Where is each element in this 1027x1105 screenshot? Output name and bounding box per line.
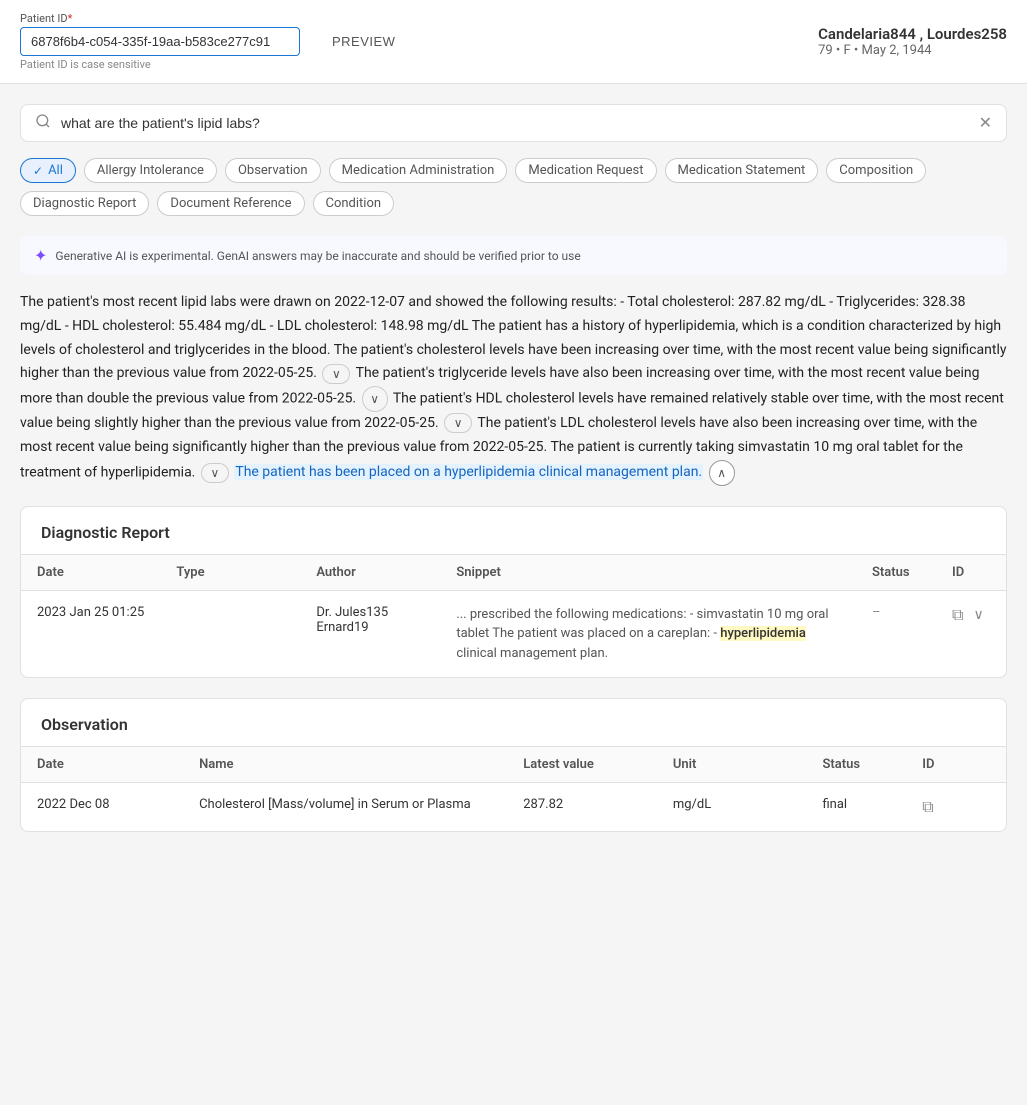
snippet-highlight: hyperlipidemia bbox=[720, 626, 806, 641]
main-content: ✕ ✓ All Allergy Intolerance Observation … bbox=[0, 84, 1027, 872]
obs-copy-icon[interactable]: ⧉ bbox=[922, 797, 933, 816]
filter-chips: ✓ All Allergy Intolerance Observation Me… bbox=[20, 158, 1007, 216]
chip-observation[interactable]: Observation bbox=[225, 158, 321, 183]
obs-header-row: Date Name Latest value Unit Status ID bbox=[21, 747, 1006, 783]
diagnostic-report-table: Date Type Author Snippet Status ID 2023 … bbox=[21, 554, 1006, 678]
chip-med-admin-label: Medication Administration bbox=[342, 163, 495, 178]
chip-composition[interactable]: Composition bbox=[826, 158, 926, 183]
chip-all[interactable]: ✓ All bbox=[20, 158, 76, 183]
answer-section: The patient's most recent lipid labs wer… bbox=[20, 291, 1007, 486]
th-snippet: Snippet bbox=[440, 554, 856, 590]
patient-id-section: Patient ID* Patient ID is case sensitive bbox=[20, 12, 300, 71]
row-type bbox=[160, 590, 300, 677]
chip-allergy-intolerance[interactable]: Allergy Intolerance bbox=[84, 158, 217, 183]
search-input[interactable] bbox=[61, 115, 969, 131]
snippet-suffix: clinical management plan. bbox=[456, 646, 608, 661]
expand-button-3[interactable]: ∨ bbox=[444, 413, 472, 433]
chip-document-reference[interactable]: Document Reference bbox=[157, 191, 304, 216]
row-author: Dr. Jules135 Ernard19 bbox=[300, 590, 440, 677]
row-id: ⧉ ∨ bbox=[936, 590, 1006, 677]
th-author: Author bbox=[300, 554, 440, 590]
required-marker: * bbox=[68, 12, 73, 25]
ai-notice-text: Generative AI is experimental. GenAI ans… bbox=[55, 249, 580, 263]
th-type: Type bbox=[160, 554, 300, 590]
ai-icon: ✦ bbox=[34, 246, 47, 265]
diagnostic-report-title: Diagnostic Report bbox=[21, 507, 1006, 554]
chip-condition-label: Condition bbox=[326, 196, 382, 211]
chevron-down-icon[interactable]: ∨ bbox=[973, 607, 983, 623]
expand-button-5[interactable]: ∧ bbox=[709, 460, 735, 486]
chip-observation-label: Observation bbox=[238, 163, 308, 178]
chip-med-request-label: Medication Request bbox=[528, 163, 643, 178]
obs-row-id: ⧉ bbox=[906, 783, 1006, 832]
chip-condition[interactable]: Condition bbox=[313, 191, 395, 216]
patient-id-hint: Patient ID is case sensitive bbox=[20, 58, 300, 71]
chip-med-statement-label: Medication Statement bbox=[678, 163, 806, 178]
th-id: ID bbox=[936, 554, 1006, 590]
patient-id-label: Patient ID* bbox=[20, 12, 300, 25]
th-date: Date bbox=[21, 554, 160, 590]
chip-composition-label: Composition bbox=[839, 163, 913, 178]
observation-table: Date Name Latest value Unit Status ID 20… bbox=[21, 746, 1006, 831]
search-clear-button[interactable]: ✕ bbox=[979, 113, 992, 133]
row-date: 2023 Jan 25 01:25 bbox=[21, 590, 160, 677]
obs-th-status: Status bbox=[806, 747, 906, 783]
patient-info: Candelaria844 , Lourdes258 79 • F • May … bbox=[818, 25, 1007, 58]
author-line2: Ernard19 bbox=[316, 620, 424, 635]
chip-diagnostic-label: Diagnostic Report bbox=[33, 196, 136, 211]
obs-th-name: Name bbox=[183, 747, 507, 783]
expand-button-2[interactable]: ∨ bbox=[362, 386, 388, 412]
obs-row-date: 2022 Dec 08 bbox=[21, 783, 183, 832]
obs-row-name: Cholesterol [Mass/volume] in Serum or Pl… bbox=[183, 783, 507, 832]
ai-notice: ✦ Generative AI is experimental. GenAI a… bbox=[20, 236, 1007, 275]
expand-button-1[interactable]: ∨ bbox=[322, 364, 350, 384]
chip-medication-statement[interactable]: Medication Statement bbox=[665, 158, 819, 183]
row-status: – bbox=[856, 590, 936, 677]
table-row: 2023 Jan 25 01:25 Dr. Jules135 Ernard19 … bbox=[21, 590, 1006, 677]
preview-button[interactable]: PREVIEW bbox=[320, 28, 407, 55]
answer-highlighted: The patient has been placed on a hyperli… bbox=[234, 464, 703, 480]
chip-medication-administration[interactable]: Medication Administration bbox=[329, 158, 508, 183]
diagnostic-report-card: Diagnostic Report Date Type Author Snipp… bbox=[20, 506, 1007, 679]
search-container: ✕ bbox=[20, 104, 1007, 142]
status-value: – bbox=[872, 605, 881, 620]
row-snippet: ... prescribed the following medications… bbox=[440, 590, 856, 677]
check-icon: ✓ bbox=[33, 164, 43, 178]
chip-diagnostic-report[interactable]: Diagnostic Report bbox=[20, 191, 149, 216]
patient-id-input[interactable] bbox=[20, 27, 300, 56]
author-line1: Dr. Jules135 bbox=[316, 605, 424, 620]
table-header-row: Date Type Author Snippet Status ID bbox=[21, 554, 1006, 590]
copy-icon[interactable]: ⧉ bbox=[952, 605, 963, 625]
th-status: Status bbox=[856, 554, 936, 590]
chip-allergy-label: Allergy Intolerance bbox=[97, 163, 204, 178]
observation-card: Observation Date Name Latest value Unit … bbox=[20, 698, 1007, 832]
patient-name: Candelaria844 , Lourdes258 bbox=[818, 25, 1007, 43]
obs-th-value: Latest value bbox=[507, 747, 657, 783]
obs-th-date: Date bbox=[21, 747, 183, 783]
obs-th-id: ID bbox=[906, 747, 1006, 783]
obs-table-row: 2022 Dec 08 Cholesterol [Mass/volume] in… bbox=[21, 783, 1006, 832]
obs-th-unit: Unit bbox=[657, 747, 807, 783]
obs-row-status: final bbox=[806, 783, 906, 832]
patient-details: 79 • F • May 2, 1944 bbox=[818, 43, 1007, 58]
chip-all-label: All bbox=[48, 163, 63, 178]
row-actions: ⧉ ∨ bbox=[952, 605, 990, 625]
search-icon bbox=[35, 113, 51, 133]
page-header: Patient ID* Patient ID is case sensitive… bbox=[0, 0, 1027, 84]
expand-button-4[interactable]: ∨ bbox=[201, 463, 229, 483]
observation-title: Observation bbox=[21, 699, 1006, 746]
obs-row-unit: mg/dL bbox=[657, 783, 807, 832]
obs-row-value: 287.82 bbox=[507, 783, 657, 832]
chip-doc-ref-label: Document Reference bbox=[170, 196, 291, 211]
chip-medication-request[interactable]: Medication Request bbox=[515, 158, 656, 183]
